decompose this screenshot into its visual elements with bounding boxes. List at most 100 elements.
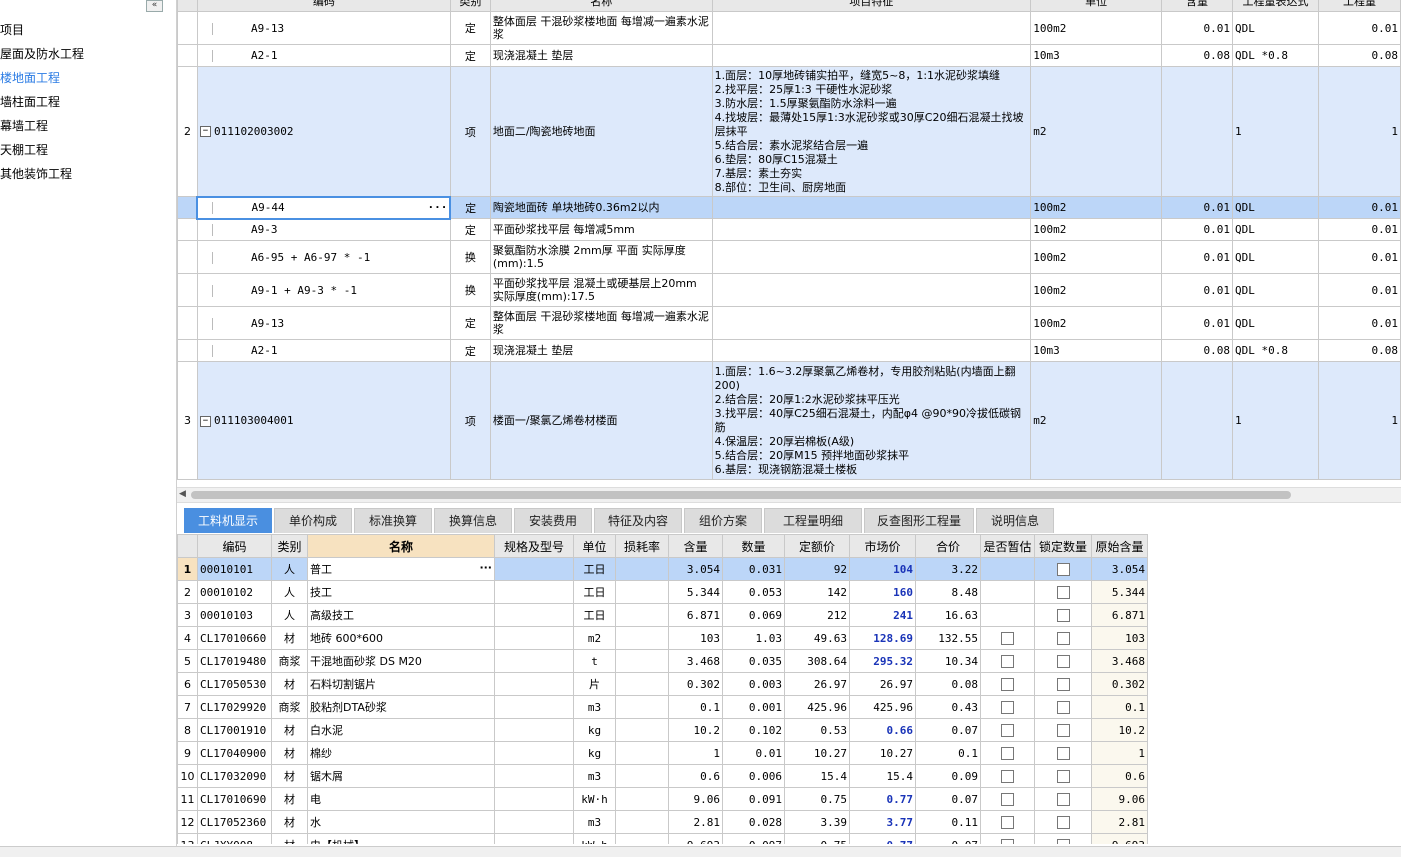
provisional-estimate-checkbox[interactable] xyxy=(1001,746,1014,760)
quantity-expression[interactable]: QDL xyxy=(1232,218,1319,241)
resource-code[interactable]: CLJXY008 xyxy=(197,833,272,844)
loss-rate[interactable] xyxy=(615,810,669,834)
column-header[interactable]: 损耗率 xyxy=(615,534,669,558)
quota-row[interactable]: A9-44 ··· 定陶瓷地面砖 单块地砖0.36m2以内 100m2 0.01 QDL 0… xyxy=(177,195,1401,220)
resource-content[interactable]: 9.693 xyxy=(668,833,723,844)
resource-content[interactable]: 0.302 xyxy=(668,672,723,696)
tree-item[interactable]: 屋面及防水工程 xyxy=(0,45,84,63)
lock-quantity-checkbox[interactable] xyxy=(1056,654,1070,668)
scroll-thumb[interactable] xyxy=(191,491,1291,499)
market-price[interactable]: 295.32 xyxy=(849,649,916,673)
item-code[interactable]: A9-1 + A9-3 * -1 xyxy=(196,273,451,307)
column-header[interactable]: 市场价 xyxy=(849,534,916,558)
tab[interactable]: 说明信息 xyxy=(976,508,1054,533)
bill-item-row[interactable]: 2−011102003002 项地面二/陶瓷地砖地面 1.面层：10厚地砖铺实拍平，… xyxy=(177,66,1401,197)
quota-row[interactable]: A9-13 定整体面层 干混砂浆楼地面 每增减一遍素水泥浆 100m2 0.01 QDL… xyxy=(177,11,1401,45)
provisional-estimate-checkbox[interactable] xyxy=(1001,700,1014,714)
bill-item-row[interactable]: 3−011103004001 项楼面一/聚氯乙烯卷材楼面 1.面层：1.6~3.2厚… xyxy=(177,361,1401,480)
resource-code[interactable]: 00010102 xyxy=(197,580,272,604)
tab[interactable]: 安装费用 xyxy=(514,508,592,533)
quota-row[interactable]: A6-95 + A6-97 * -1 换聚氨酯防水涂膜 2mm厚 平面 实际厚度(… xyxy=(177,240,1401,274)
tab[interactable]: 换算信息 xyxy=(434,508,512,533)
resource-row[interactable]: 3 00010103 人高级技工 工日 6.871 0.069 212 241 16.63 6.8… xyxy=(177,603,1148,627)
market-price[interactable]: 26.97 xyxy=(849,672,916,696)
spec-model[interactable] xyxy=(494,810,574,834)
tab[interactable]: 单价构成 xyxy=(274,508,352,533)
provisional-estimate-checkbox[interactable] xyxy=(1001,815,1014,829)
loss-rate[interactable] xyxy=(615,580,669,604)
provisional-estimate-checkbox[interactable] xyxy=(1001,792,1014,806)
item-code[interactable]: A2-1 xyxy=(196,339,451,362)
item-code[interactable]: A6-95 + A6-97 * -1 xyxy=(196,240,451,274)
resource-code[interactable]: CL17001910 xyxy=(197,718,272,742)
item-code[interactable]: A9-13 xyxy=(196,11,451,45)
item-code[interactable]: −011103004001 xyxy=(196,361,451,480)
quota-row[interactable]: A2-1 定现浇混凝土 垫层 10m3 0.08 QDL *0.8 0.08 xyxy=(177,339,1401,362)
resource-name[interactable]: 普工 ··· xyxy=(307,557,495,581)
resource-row[interactable]: 13CLJXY008材电【机械】kW·h9.6930.0970.750.770.… xyxy=(177,833,1148,844)
lock-quantity-checkbox[interactable] xyxy=(1056,608,1070,622)
spec-model[interactable] xyxy=(494,649,574,673)
resource-row[interactable]: 12 CL17052360 材水 m3 2.81 0.028 3.39 3.77 0.11 2.8… xyxy=(177,810,1148,834)
quota-row[interactable]: A9-1 + A9-3 * -1 换平面砂浆找平层 混凝土或硬基层上20mm 实际… xyxy=(177,273,1401,307)
column-header[interactable]: 合价 xyxy=(915,534,981,558)
scroll-left-arrow-icon[interactable]: ◀ xyxy=(179,489,186,499)
lock-quantity-checkbox[interactable] xyxy=(1056,677,1070,691)
resource-content[interactable]: 103 xyxy=(668,626,723,650)
item-features[interactable] xyxy=(711,339,1032,362)
resource-name[interactable]: 电 xyxy=(307,787,495,811)
column-header[interactable]: 类别 xyxy=(271,534,308,558)
spec-model[interactable] xyxy=(494,557,574,581)
resource-code[interactable]: CL17010690 xyxy=(197,787,272,811)
column-header[interactable]: 编码 xyxy=(196,0,451,12)
loss-rate[interactable] xyxy=(615,833,669,844)
resource-code[interactable]: CL17029920 xyxy=(197,695,272,719)
item-code[interactable]: A9-3 xyxy=(196,218,451,241)
resource-name[interactable]: 地砖 600*600 xyxy=(307,626,495,650)
loss-rate[interactable] xyxy=(615,764,669,788)
loss-rate[interactable] xyxy=(615,557,669,581)
quota-row[interactable]: A9-13 定整体面层 干混砂浆楼地面 每增减一遍素水泥浆 100m2 0.01 QDL… xyxy=(177,306,1401,340)
loss-rate[interactable] xyxy=(615,626,669,650)
column-header[interactable]: 单位 xyxy=(573,534,616,558)
column-header[interactable]: 名称 xyxy=(307,534,495,558)
resource-name[interactable]: 技工 xyxy=(307,580,495,604)
quantity-expression[interactable]: QDL xyxy=(1232,240,1319,274)
resource-name[interactable]: 水 xyxy=(307,810,495,834)
item-code[interactable]: A9-13 xyxy=(196,306,451,340)
resource-content[interactable]: 0.1 xyxy=(668,695,723,719)
loss-rate[interactable] xyxy=(615,718,669,742)
provisional-estimate-checkbox[interactable] xyxy=(1001,631,1014,645)
market-price[interactable]: 128.69 xyxy=(849,626,916,650)
tab[interactable]: 组价方案 xyxy=(684,508,762,533)
market-price[interactable]: 3.77 xyxy=(849,810,916,834)
resource-code[interactable]: 00010103 xyxy=(197,603,272,627)
spec-model[interactable] xyxy=(494,626,574,650)
lock-quantity-checkbox[interactable] xyxy=(1056,815,1070,829)
provisional-estimate-checkbox[interactable] xyxy=(1001,769,1014,783)
lock-quantity-checkbox[interactable] xyxy=(1056,562,1070,576)
item-name[interactable]: 平面砂浆找平层 每增减5mm xyxy=(489,218,713,241)
resource-code[interactable]: 00010101 xyxy=(197,557,272,581)
item-name[interactable]: 楼面一/聚氯乙烯卷材楼面 xyxy=(489,361,713,480)
item-features[interactable] xyxy=(711,306,1032,340)
loss-rate[interactable] xyxy=(615,787,669,811)
column-header[interactable]: 类别 xyxy=(449,0,491,12)
quota-row[interactable]: A2-1 定现浇混凝土 垫层 10m3 0.08 QDL *0.8 0.08 xyxy=(177,44,1401,67)
column-header[interactable]: 项目特征 xyxy=(711,0,1032,12)
column-header[interactable] xyxy=(177,0,198,12)
item-features[interactable]: 1.面层：10厚地砖铺实拍平，缝宽5~8，1:1水泥砂浆填缝 2.找平层：25厚… xyxy=(711,66,1032,197)
resource-code[interactable]: CL17019480 xyxy=(197,649,272,673)
item-name[interactable]: 地面二/陶瓷地砖地面 xyxy=(489,66,713,197)
tree-item[interactable]: 其他装饰工程 xyxy=(0,165,72,183)
resource-code[interactable]: CL17010660 xyxy=(197,626,272,650)
item-name[interactable]: 平面砂浆找平层 混凝土或硬基层上20mm 实际厚度(mm):17.5 xyxy=(489,273,713,307)
loss-rate[interactable] xyxy=(615,603,669,627)
item-features[interactable] xyxy=(711,240,1032,274)
tree-item[interactable]: 项目 xyxy=(0,21,24,39)
loss-rate[interactable] xyxy=(615,672,669,696)
tree-item[interactable]: 楼地面工程 xyxy=(0,69,60,87)
item-features[interactable] xyxy=(711,218,1032,241)
spec-model[interactable] xyxy=(494,603,574,627)
resource-row[interactable]: 5 CL17019480 商浆 干混地面砂浆 DS M20 t 3.468 0.035 308… xyxy=(177,649,1148,673)
